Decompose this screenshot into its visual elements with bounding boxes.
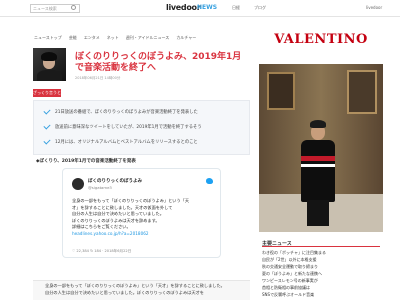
top-link-1[interactable]: 日経	[232, 5, 240, 11]
breadcrumb-item[interactable]: ニューストップ	[34, 35, 62, 41]
summary-item: 放送前に意味深なツイートをしていたが、2019年1月で活動を終了するそう	[43, 122, 202, 130]
side-news-item[interactable]: わき役の「ボッチャ」に注目集まる	[262, 250, 387, 256]
breadcrumb-item[interactable]: エンタメ	[84, 35, 100, 41]
breadcrumb-item[interactable]: 週刊・アイドルニュース	[126, 35, 170, 41]
twitter-bird-icon[interactable]	[206, 178, 213, 184]
quote-line: 自分の人生は自分で決めたいと思っていました。ぼくのりりっくのぼうよみは天才を	[45, 289, 204, 295]
side-news-item[interactable]: ワンピースレモン号の新事実が	[262, 278, 387, 284]
side-news-item[interactable]: 秋の交通安全運動で取り締まり	[262, 264, 387, 270]
tweet-line: 詳細はこちらをご覧ください。	[72, 224, 131, 230]
check-icon	[43, 122, 51, 130]
tweet-line: 自分の人生は自分で決めたいと思っていました。	[72, 211, 164, 217]
tweet-text: 全身の一部をもって「ぼくのりりっくのぼうよみ」という「天 才」を辞することに致し…	[72, 198, 217, 238]
ad-image[interactable]	[259, 64, 383, 232]
side-news-item[interactable]: 首相と防衛相の事前協議は	[262, 285, 387, 291]
summary-box: 21日放送の番組で、ぼくのりりっくのぼうよみが音楽活動終了を発表した 放送前に意…	[33, 100, 250, 155]
breadcrumb-item[interactable]: 芸能	[69, 35, 77, 41]
search-icon[interactable]	[71, 5, 76, 10]
embedded-tweet[interactable]: ぼくのりりっくのぼうよみ @sigatame3 全身の一部をもって「ぼくのりりっ…	[62, 168, 221, 258]
side-news-item[interactable]: 夏の「ぼうよみ」と新たな連携へ	[262, 271, 387, 277]
site-logo-news[interactable]: NEWS	[197, 4, 217, 11]
summary-text: 放送前に意味深なツイートをしていたが、2019年1月で活動を終了するそう	[55, 125, 202, 130]
site-logo[interactable]: livedoor	[166, 3, 201, 12]
top-bar: ニュース検索 livedoor NEWS 日経 ブログ livedoor	[0, 0, 400, 17]
quote-box: 全身の一部をもって「ぼくのりりっくのぼうよみ」という「天才」を辞することに致しま…	[33, 280, 250, 300]
side-news-item[interactable]: 自民が「2世」以外に本格支援	[262, 257, 387, 263]
top-link-2[interactable]: ブログ	[254, 5, 266, 11]
summary-tag: ざっくり言うと	[33, 89, 61, 97]
article-title: ぼくのりりっくのぼうよみ、2019年1月で音楽活動を終了へ	[75, 52, 242, 73]
article-timestamp: 2018年06月21日 14時00分	[75, 76, 121, 80]
section-heading: ◆ぼくりり、2019年1月での音楽活動終了を発表	[36, 159, 136, 164]
summary-text: 12月には、オリジナルアルバムとベストアルバムをリリースするとのこと	[55, 140, 198, 145]
tweet-link[interactable]: headlines.yahoo.co.jp/h?a=2018062	[72, 231, 217, 238]
tweet-handle[interactable]: @sigatame3	[88, 185, 112, 190]
tweet-stats: ♡ 22,384 ↻ 184 · 2018年6月22日	[72, 249, 132, 253]
breadcrumb-item[interactable]: カルチャー	[176, 35, 196, 41]
tweet-author-name[interactable]: ぼくのりりっくのぼうよみ	[88, 178, 142, 184]
tweet-line: 全身の一部をもって「ぼくのりりっくのぼうよみ」という「天	[72, 198, 190, 203]
divider	[262, 246, 380, 247]
check-icon	[43, 137, 51, 145]
check-icon	[43, 107, 51, 115]
side-news-item[interactable]: SNSで反響呼ぶオールド音楽	[262, 292, 387, 298]
advertisement[interactable]: VALENTINO	[259, 22, 383, 232]
tweet-avatar[interactable]	[72, 178, 84, 190]
summary-item: 21日放送の番組で、ぼくのりりっくのぼうよみが音楽活動終了を発表した	[43, 107, 198, 115]
article-thumbnail	[33, 48, 66, 81]
top-link-3[interactable]: livedoor	[366, 5, 382, 10]
breadcrumb: ニューストップ 芸能 エンタメ ネット 週刊・アイドルニュース カルチャー	[34, 35, 196, 41]
quote-line: 全身の一部をもって「ぼくのりりっくのぼうよみ」という「天才」を辞することに致しま…	[45, 283, 225, 288]
breadcrumb-item[interactable]: ネット	[107, 35, 119, 41]
summary-text: 21日放送の番組で、ぼくのりりっくのぼうよみが音楽活動終了を発表した	[55, 110, 198, 115]
ad-brand[interactable]: VALENTINO	[259, 32, 383, 47]
summary-item: 12月には、オリジナルアルバムとベストアルバムをリリースするとのこと	[43, 137, 198, 145]
